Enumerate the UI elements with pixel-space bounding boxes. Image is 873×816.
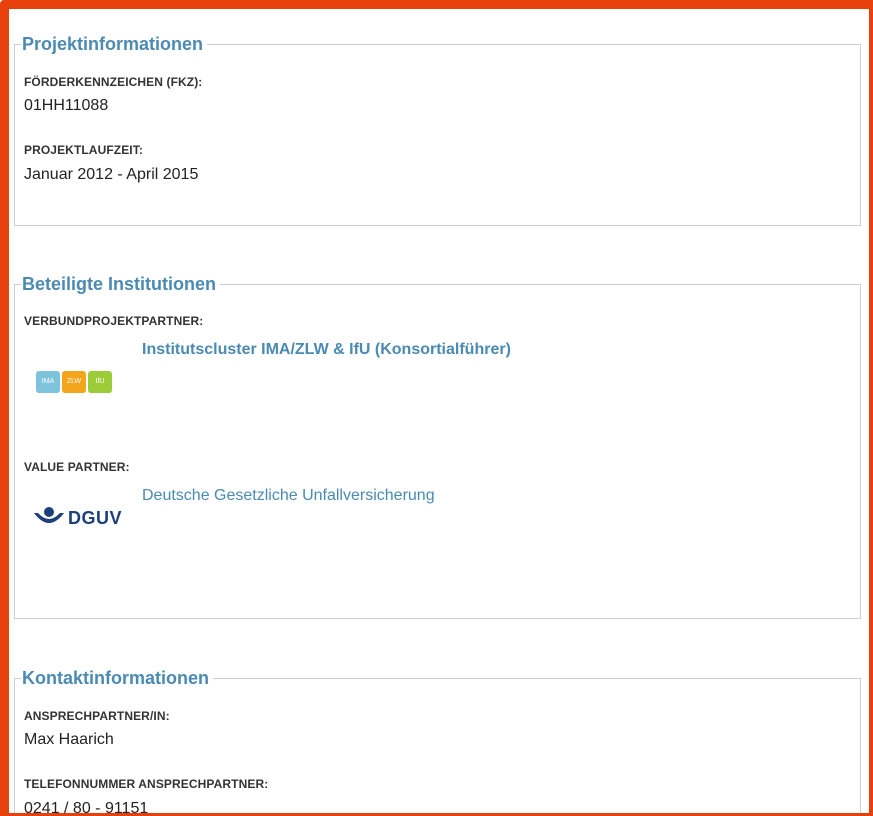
telefonnummer-value: 0241 / 80 - 91151 — [24, 800, 149, 816]
projektlaufzeit-label: PROJEKTLAUFZEIT: — [24, 143, 143, 157]
projektlaufzeit-value: Januar 2012 - April 2015 — [24, 166, 199, 183]
section-title-kontaktinformationen: Kontaktinformationen — [21, 666, 213, 690]
partner-link-dguv[interactable]: Deutsche Gesetzliche Unfallversicherung — [142, 487, 435, 505]
ifu-logo-tile: IfU — [88, 371, 112, 393]
partner-link-institutscluster[interactable]: Institutscluster IMA/ZLW & IfU (Konsorti… — [142, 341, 511, 359]
fkz-value: 01HH11088 — [24, 97, 109, 114]
section-beteiligte-institutionen: Beteiligte Institutionen VERBUNDPROJEKTP… — [14, 272, 861, 619]
dguv-logo[interactable]: DGUV — [33, 507, 122, 527]
dguv-logo-text: DGUV — [68, 508, 123, 528]
ansprechpartner-label: ANSPRECHPARTNER/IN: — [24, 709, 170, 723]
dguv-emblem-icon — [34, 507, 64, 523]
section-title-beteiligte-institutionen: Beteiligte Institutionen — [21, 272, 221, 296]
value-partner-label: VALUE PARTNER: — [24, 460, 130, 474]
fkz-label: FÖRDERKENNZEICHEN (FKZ): — [24, 75, 203, 89]
zlw-logo-tile: ZLW — [62, 371, 86, 393]
section-kontaktinformationen: Kontaktinformationen ANSPRECHPARTNER/IN:… — [14, 666, 861, 816]
verbundprojektpartner-label: VERBUNDPROJEKTPARTNER: — [24, 314, 204, 328]
section-projektinformationen: Projektinformationen FÖRDERKENNZEICHEN (… — [14, 32, 861, 226]
section-title-projektinformationen: Projektinformationen — [21, 32, 208, 56]
telefonnummer-label: TELEFONNUMMER ANSPRECHPARTNER: — [24, 777, 269, 791]
ima-zlw-ifu-logo[interactable]: IMA ZLW IfU — [36, 371, 112, 393]
ima-logo-tile: IMA — [36, 371, 60, 393]
ansprechpartner-value: Max Haarich — [24, 731, 114, 748]
